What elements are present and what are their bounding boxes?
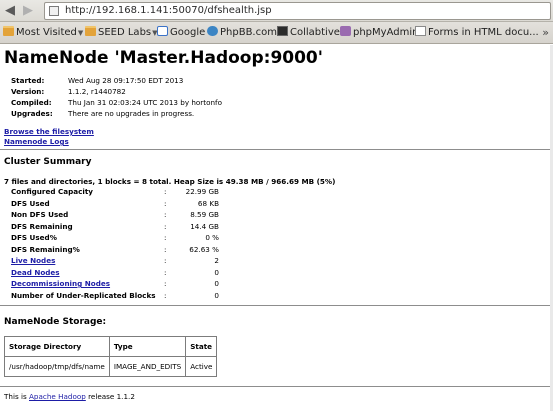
column-header: Storage Directory (4, 336, 110, 357)
bookmark-seed-labs[interactable]: SEED Labs▼ (85, 26, 158, 40)
bookmarks-toolbar: Most Visited▼ SEED Labs▼ Google PhpBB.co… (0, 22, 553, 44)
phpmyadmin-icon (340, 26, 351, 36)
storage-table: Storage Directory Type State /usr/hadoop… (4, 336, 218, 377)
table-cell: Active (185, 356, 218, 377)
more-bookmarks-icon[interactable]: » (542, 26, 549, 40)
info-row-version: Version: 1.1.2, r1440782 (11, 87, 126, 96)
summary-row: Non DFS Used:8.59 GB (11, 210, 219, 219)
divider (0, 386, 553, 387)
bookmark-forms-html[interactable]: Forms in HTML docu... (415, 26, 539, 40)
address-bar[interactable]: http://192.168.1.141:50070/dfshealth.jsp (44, 2, 551, 20)
summary-row: Decommissioning Nodes:0 (11, 279, 219, 288)
bookmark-google[interactable]: Google (157, 26, 205, 40)
namenode-storage-heading: NameNode Storage: (4, 317, 107, 327)
cluster-summary-heading: Cluster Summary (4, 157, 92, 167)
table-cell: IMAGE_AND_EDITS (108, 356, 187, 377)
summary-row: DFS Used%:0 % (11, 233, 219, 242)
table-row: /usr/hadoop/tmp/dfs/name IMAGE_AND_EDITS… (4, 356, 218, 377)
summary-row: Dead Nodes:0 (11, 267, 219, 277)
apache-hadoop-link[interactable]: Apache Hadoop (29, 392, 86, 401)
cluster-summary-line: 7 files and directories, 1 blocks = 8 to… (4, 177, 336, 186)
page-icon (49, 6, 59, 16)
document-icon (415, 26, 426, 36)
collabtive-icon (277, 26, 288, 36)
page-title: NameNode 'Master.Hadoop:9000' (4, 48, 323, 68)
bookmark-phpmyadmin[interactable]: phpMyAdmin (340, 26, 418, 40)
summary-row: Configured Capacity:22.99 GB (11, 187, 219, 196)
decommissioning-nodes-link[interactable]: Decommissioning Nodes (11, 279, 110, 288)
browse-filesystem-link[interactable]: Browse the filesystem (4, 127, 94, 137)
summary-row: Number of Under-Replicated Blocks:0 (11, 290, 219, 300)
summary-row: Live Nodes:2 (11, 256, 219, 265)
page-links: Browse the filesystem Namenode Logs (4, 127, 94, 147)
footer: This is Apache Hadoop release 1.1.2 (4, 392, 135, 401)
forward-arrow-icon[interactable]: ▶ (20, 3, 36, 19)
live-nodes-link[interactable]: Live Nodes (11, 256, 55, 265)
table-header-row: Storage Directory Type State (4, 336, 218, 357)
folder-icon (3, 26, 14, 36)
cluster-summary-table: Configured Capacity:22.99 GB DFS Used:68… (11, 186, 219, 301)
bookmark-phpbb[interactable]: PhpBB.com (207, 26, 277, 40)
url-text[interactable]: http://192.168.1.141:50070/dfshealth.jsp (65, 5, 272, 16)
google-icon (157, 26, 168, 36)
page-content: NameNode 'Master.Hadoop:9000' Started: We… (0, 45, 553, 411)
info-row-started: Started: Wed Aug 28 09:17:50 EDT 2013 (11, 76, 184, 85)
info-row-compiled: Compiled: Thu Jan 31 02:03:24 UTC 2013 by… (11, 98, 222, 107)
summary-row: DFS Remaining%:62.63 % (11, 244, 219, 254)
divider (0, 305, 553, 306)
bookmark-collabtive[interactable]: Collabtive (277, 26, 340, 40)
summary-row: DFS Remaining:14.4 GB (11, 221, 219, 231)
dead-nodes-link[interactable]: Dead Nodes (11, 268, 60, 277)
back-arrow-icon[interactable]: ◀ (2, 3, 18, 19)
info-row-upgrades: Upgrades: There are no upgrades in progre… (11, 109, 195, 118)
folder-icon (85, 26, 96, 36)
summary-row: DFS Used:68 KB (11, 198, 219, 208)
bookmark-most-visited[interactable]: Most Visited▼ (3, 26, 83, 40)
namenode-logs-link[interactable]: Namenode Logs (4, 137, 94, 147)
table-cell: /usr/hadoop/tmp/dfs/name (4, 356, 110, 377)
phpbb-icon (207, 26, 218, 36)
chevron-down-icon: ▼ (77, 29, 84, 37)
navigation-toolbar: ◀ ▶ http://192.168.1.141:50070/dfshealth… (0, 0, 553, 22)
column-header: Type (108, 336, 187, 357)
namenode-info: Started: Wed Aug 28 09:17:50 EDT 2013 Ver… (11, 75, 222, 119)
column-header: State (185, 336, 218, 357)
divider (0, 149, 553, 150)
